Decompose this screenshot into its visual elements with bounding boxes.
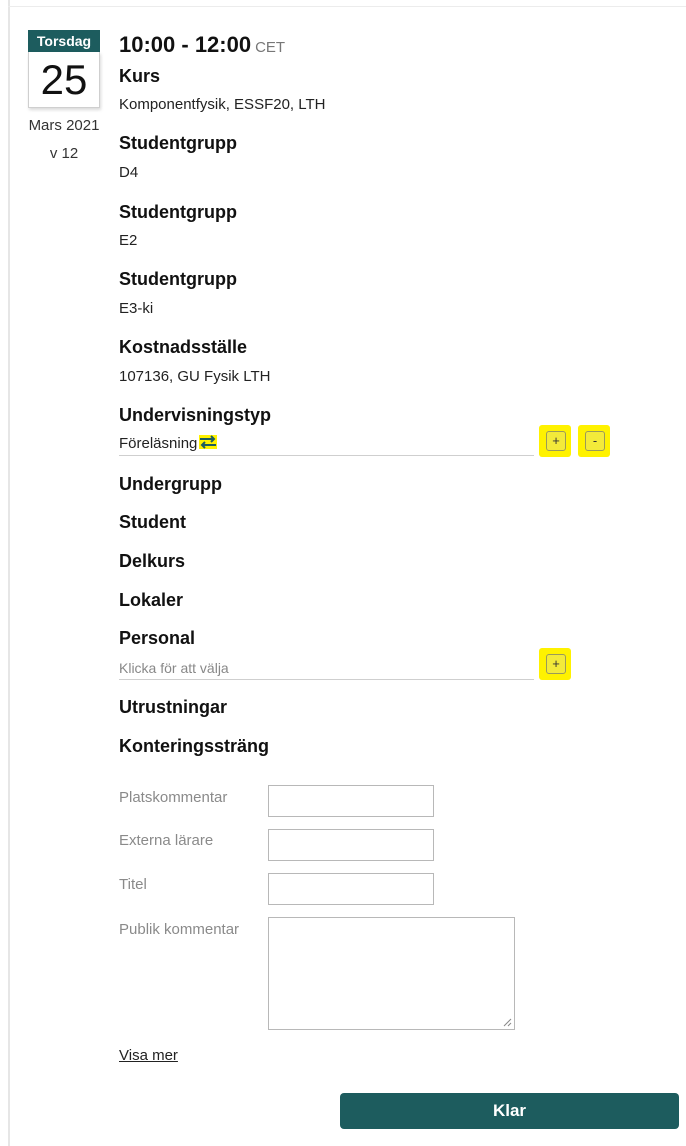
staff-underline: [119, 679, 534, 680]
studentgroup-label-1: Studentgrupp: [119, 133, 237, 153]
account-string-label: Konteringssträng: [119, 736, 270, 756]
remove-teaching-type-button[interactable]: -: [578, 425, 610, 457]
add-staff-button[interactable]: +: [539, 648, 571, 680]
public-comment-textarea[interactable]: [268, 917, 515, 1030]
calendar-week: v 12: [49, 145, 79, 162]
public-comment-label: Publik kommentar: [119, 921, 240, 938]
calendar-weekday: Torsdag: [28, 30, 100, 52]
title-label: Titel: [119, 876, 147, 893]
subgroup-label: Undergrupp: [119, 474, 222, 494]
calendar-month-year: Mars 2021: [28, 117, 100, 134]
place-comment-label: Platskommentar: [119, 789, 228, 806]
place-comment-input[interactable]: [268, 785, 434, 817]
add-teaching-type-button[interactable]: +: [539, 425, 571, 457]
swap-arrows-icon[interactable]: [199, 435, 218, 449]
panel-left-border: [8, 0, 10, 1146]
student-label: Student: [119, 512, 186, 532]
add-staff-label: +: [546, 654, 566, 674]
timezone: CET: [255, 39, 286, 56]
studentgroup-label-2: Studentgrupp: [119, 202, 237, 222]
teaching-type-underline: [119, 455, 534, 456]
panel-top-border: [8, 6, 686, 7]
resize-grip-icon[interactable]: [502, 1017, 512, 1027]
cost-center-value: 107136, GU Fysik LTH: [119, 368, 271, 385]
title-input[interactable]: [268, 873, 434, 905]
course-value: Komponentfysik, ESSF20, LTH: [119, 96, 326, 113]
cost-center-label: Kostnadsställe: [119, 337, 248, 357]
studentgroup-value-3: E3-ki: [119, 300, 154, 317]
external-teachers-input[interactable]: [268, 829, 434, 861]
studentgroup-value-2: E2: [119, 232, 138, 249]
time-range: 10:00 - 12:00 CET: [119, 32, 285, 58]
staff-label: Personal: [119, 628, 196, 648]
time-range-text: 10:00 - 12:00: [119, 32, 252, 57]
show-more-link[interactable]: Visa mer: [119, 1047, 178, 1064]
remove-teaching-type-label: -: [585, 431, 605, 451]
subcourse-label: Delkurs: [119, 551, 186, 571]
calendar-day: 25: [28, 52, 100, 108]
teaching-type-field[interactable]: Föreläsning: [119, 435, 218, 452]
done-button[interactable]: Klar: [340, 1093, 679, 1129]
add-teaching-type-label: +: [546, 431, 566, 451]
course-label: Kurs: [119, 66, 161, 86]
teaching-type-value: Föreläsning: [119, 435, 198, 452]
equipment-label: Utrustningar: [119, 697, 227, 717]
external-teachers-label: Externa lärare: [119, 832, 214, 849]
studentgroup-value-1: D4: [119, 164, 139, 181]
staff-picker[interactable]: Klicka för att välja: [119, 660, 229, 676]
rooms-label: Lokaler: [119, 590, 184, 610]
studentgroup-label-3: Studentgrupp: [119, 269, 237, 289]
teaching-type-label: Undervisningstyp: [119, 405, 272, 425]
